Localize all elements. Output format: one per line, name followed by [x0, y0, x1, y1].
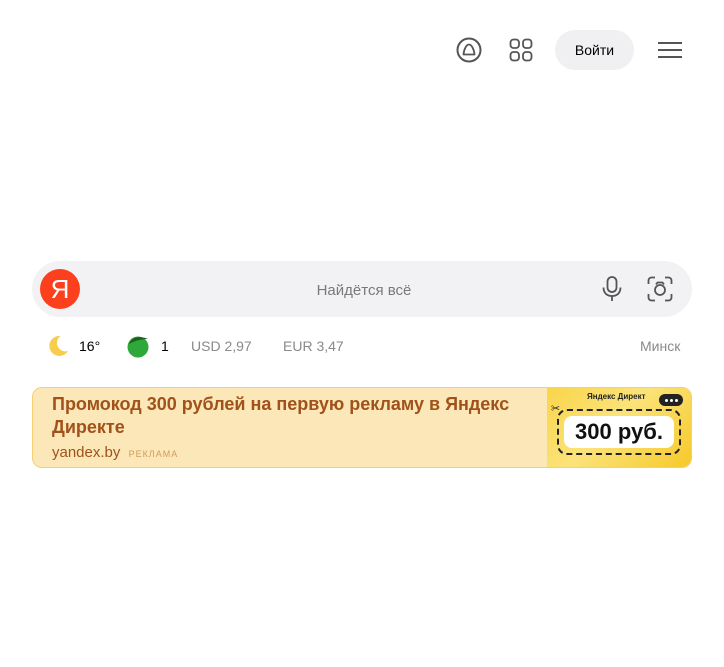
- microphone-icon[interactable]: [598, 275, 626, 303]
- traffic-level-icon: [126, 334, 150, 358]
- ad-banner[interactable]: Промокод 300 рублей на первую рекламу в …: [32, 387, 692, 468]
- ad-coupon: 300 руб.: [557, 409, 681, 455]
- camera-search-icon[interactable]: [644, 273, 676, 305]
- traffic-level: 1: [161, 338, 169, 354]
- header: Войти: [0, 0, 724, 100]
- usd-rate[interactable]: USD 2,97: [191, 330, 252, 362]
- weather-widget[interactable]: 16°: [46, 330, 100, 362]
- ad-banner-brand: Яндекс Директ: [587, 392, 646, 401]
- ad-label: РЕКЛАМА: [128, 449, 179, 459]
- city-label[interactable]: Минск: [640, 330, 680, 362]
- yandex-logo[interactable]: Я: [40, 269, 80, 309]
- ad-domain-text: yandex.by: [52, 444, 121, 461]
- search-input[interactable]: [92, 261, 636, 319]
- ad-title[interactable]: Промокод 300 рублей на первую рекламу в …: [52, 393, 547, 439]
- alice-icon[interactable]: [451, 32, 487, 68]
- temperature: 16°: [79, 338, 101, 354]
- more-dots-icon: [659, 394, 683, 406]
- eur-rate[interactable]: EUR 3,47: [283, 330, 344, 362]
- services-grid-icon[interactable]: [503, 32, 539, 68]
- ad-domain[interactable]: yandex.by РЕКЛАМА: [52, 444, 178, 461]
- ad-image[interactable]: Яндекс Директ ✂ 300 руб.: [547, 388, 691, 467]
- ad-coupon-amount: 300 руб.: [564, 416, 674, 448]
- hamburger-menu-icon[interactable]: [652, 32, 688, 68]
- traffic-widget[interactable]: 1: [126, 330, 169, 362]
- login-button[interactable]: Войти: [555, 30, 634, 70]
- search-bar: Я: [32, 261, 692, 319]
- info-bar: 16° 1 USD 2,97 EUR 3,47 Минск: [0, 330, 724, 362]
- moon-icon: [46, 334, 70, 358]
